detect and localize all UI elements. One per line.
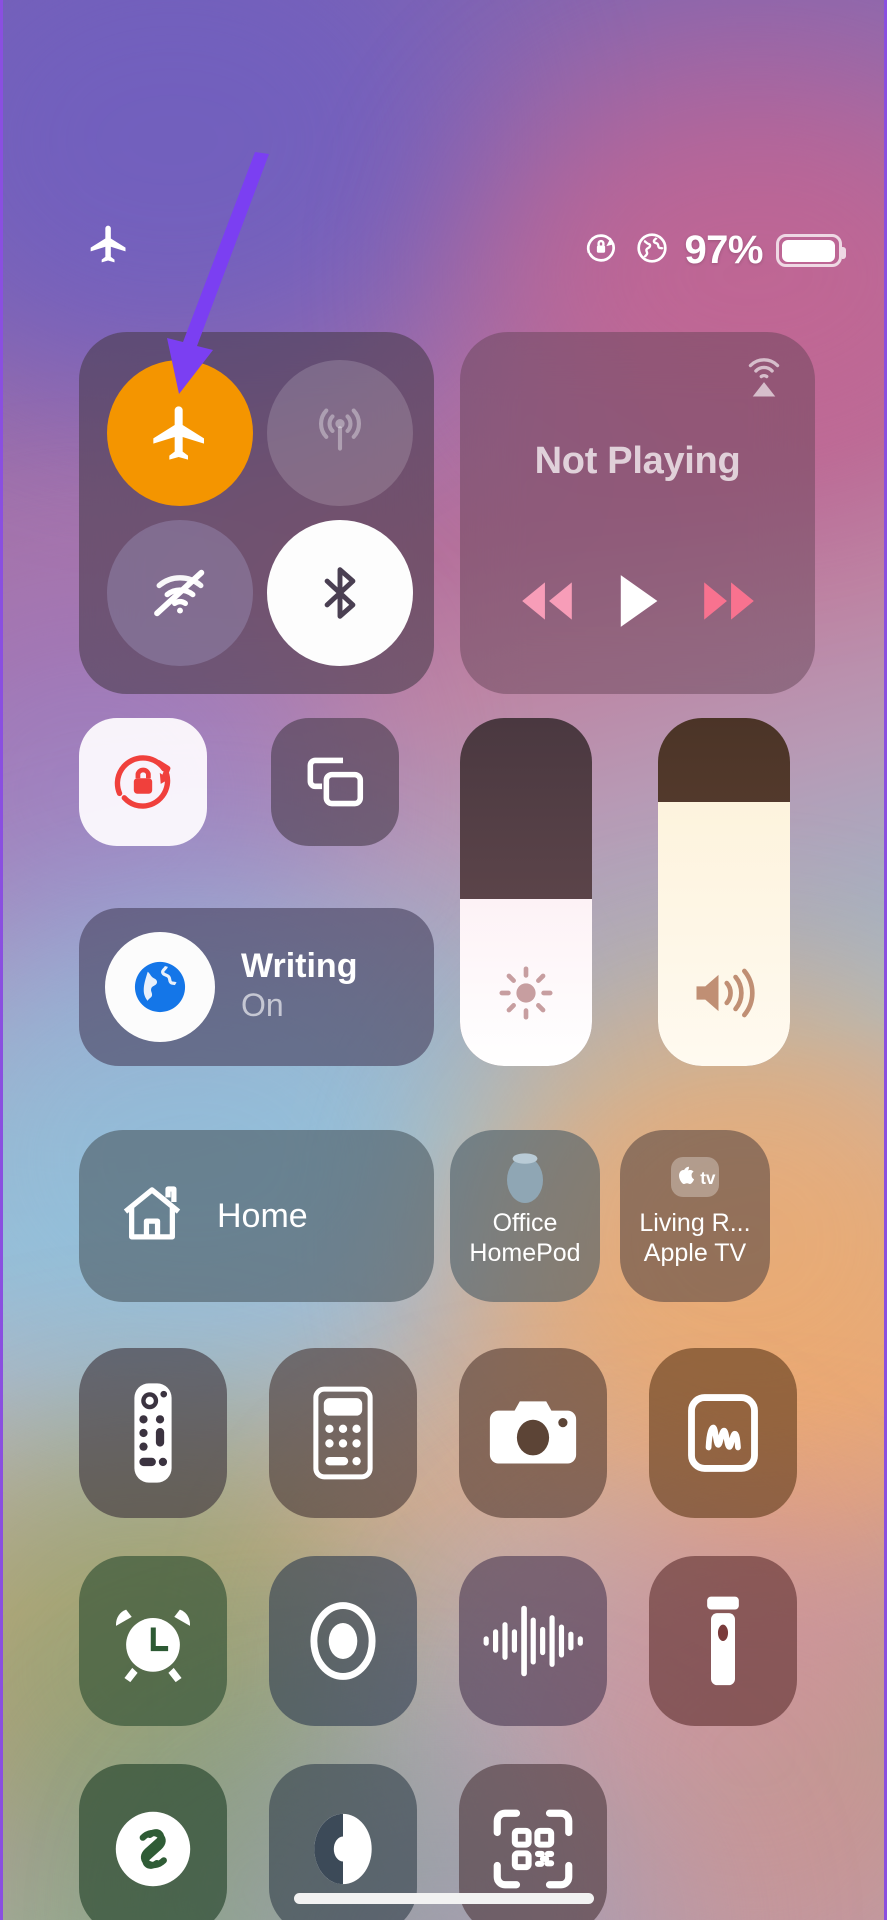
rewind-button[interactable] (516, 578, 578, 629)
writing-tools-tile[interactable]: Writing On (79, 908, 434, 1066)
house-icon (115, 1177, 189, 1256)
brightness-slider[interactable] (460, 718, 592, 1066)
control-center-grid: Not Playing Writing On Home Office HomeP… (3, 0, 884, 1920)
volume-slider[interactable] (658, 718, 790, 1066)
control-center-screen: 97% Not Playing Writing On Home Office H… (0, 0, 887, 1920)
notes-scribble-icon[interactable] (649, 1348, 797, 1518)
airplane-mode-button[interactable] (107, 360, 253, 506)
home-label: Home (217, 1196, 308, 1235)
homepod-icon (499, 1146, 551, 1208)
accessory-line2: Apple TV (643, 1239, 747, 1267)
play-button[interactable] (613, 573, 663, 634)
accessory-line2: HomePod (469, 1239, 581, 1267)
writing-labels: Writing On (241, 946, 358, 1027)
now-playing-title: Not Playing (534, 440, 741, 482)
home-indicator (293, 1893, 594, 1904)
bluetooth-button[interactable] (267, 520, 413, 666)
writing-title: Writing (241, 946, 358, 985)
alarm-clock-icon[interactable] (79, 1556, 227, 1726)
accessory-line1: Living R... (639, 1209, 751, 1237)
transport-controls (460, 573, 815, 634)
camera-icon[interactable] (459, 1348, 607, 1518)
globe-icon (105, 932, 215, 1042)
rotation-lock-button[interactable] (79, 718, 207, 846)
screen-mirroring-button[interactable] (271, 718, 399, 846)
home-tile[interactable]: Home (79, 1130, 434, 1302)
accessory-line1: Office (492, 1209, 558, 1237)
fast-forward-button[interactable] (698, 578, 760, 629)
voice-memos-icon[interactable] (459, 1556, 607, 1726)
calculator-icon[interactable] (269, 1348, 417, 1518)
appletv-icon: tv (667, 1146, 723, 1208)
wifi-button[interactable] (107, 520, 253, 666)
sun-icon (460, 960, 592, 1026)
flashlight-icon[interactable] (649, 1556, 797, 1726)
screen-record-icon[interactable] (269, 1556, 417, 1726)
app-shortcuts (3, 1348, 884, 1920)
now-playing-module[interactable]: Not Playing (460, 332, 815, 694)
accessory-appletv[interactable]: tv Living R... Apple TV (620, 1130, 770, 1302)
writing-subtitle: On (241, 986, 284, 1023)
app-row-2 (3, 1556, 884, 1726)
connectivity-module (79, 332, 434, 694)
apple-tv-remote-icon[interactable] (79, 1348, 227, 1518)
cellular-data-button[interactable] (267, 360, 413, 506)
speaker-wave-icon (658, 960, 790, 1026)
accessory-homepod[interactable]: Office HomePod (450, 1130, 600, 1302)
svg-text:tv: tv (700, 1168, 716, 1188)
airplay-icon[interactable] (737, 352, 791, 411)
shazam-icon[interactable] (79, 1764, 227, 1920)
app-row-1 (3, 1348, 884, 1518)
